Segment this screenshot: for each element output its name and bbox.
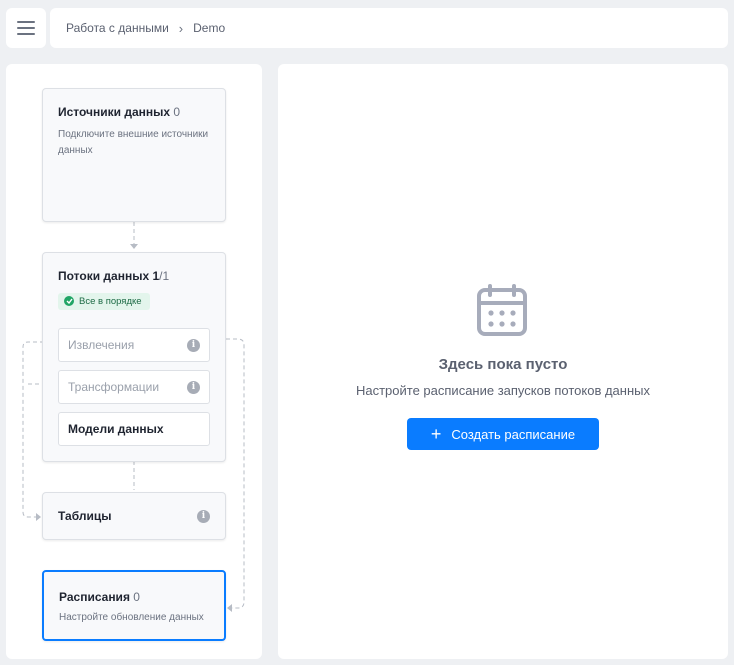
transformations-label: Трансформации	[68, 380, 160, 394]
tables-card[interactable]: Таблицы i	[42, 492, 226, 540]
breadcrumb-current: Demo	[193, 21, 226, 35]
info-icon[interactable]: i	[187, 338, 200, 352]
chevron-right-icon: ›	[178, 20, 184, 36]
sources-count: 0	[173, 105, 181, 119]
schedule-content: Здесь пока пусто Настройте расписание за…	[278, 64, 728, 659]
status-badge: Все в порядке	[58, 292, 150, 310]
flows-title: Потоки данных	[58, 269, 150, 283]
breadcrumb: Работа с данными › Demo	[50, 8, 728, 48]
schedules-subtitle: Настройте обновление данных	[59, 612, 204, 623]
status-text: Все в порядке	[79, 295, 142, 307]
extractions-label: Извлечения	[68, 338, 135, 352]
check-circle-icon	[64, 296, 74, 306]
breadcrumb-root[interactable]: Работа с данными	[66, 21, 169, 35]
extractions-item[interactable]: Извлечения i	[58, 328, 210, 362]
schedules-title: Расписания	[59, 590, 130, 604]
menu-button[interactable]	[6, 8, 46, 48]
tables-title: Таблицы	[58, 509, 112, 523]
sources-title: Источники данных	[58, 105, 171, 119]
schedules-card[interactable]: Расписания 0 Настройте обновление данных	[42, 570, 226, 641]
sources-card[interactable]: Источники данных 0 Подключите внешние ис…	[42, 88, 226, 222]
create-schedule-label: Создать расписание	[451, 426, 576, 442]
flows-count-total: /1	[159, 269, 170, 283]
data-models-label: Модели данных	[68, 422, 164, 436]
plus-icon: +	[430, 424, 442, 444]
info-icon[interactable]: i	[197, 509, 210, 523]
pipeline-panel: Источники данных 0 Подключите внешние ис…	[6, 64, 262, 659]
empty-state-subtitle: Настройте расписание запусков потоков да…	[355, 383, 650, 398]
data-models-item[interactable]: Модели данных	[58, 412, 210, 446]
info-icon[interactable]: i	[187, 380, 200, 394]
create-schedule-button[interactable]: + Создать расписание	[407, 418, 599, 450]
schedules-count: 0	[133, 590, 140, 604]
transformations-item[interactable]: Трансформации i	[58, 370, 210, 404]
sources-subtitle: Подключите внешние источники данных	[58, 129, 209, 156]
empty-state-title: Здесь пока пусто	[438, 356, 568, 373]
hamburger-icon	[17, 21, 35, 23]
flows-card[interactable]: Потоки данных 1/1 Все в порядке Извлечен…	[42, 252, 226, 462]
calendar-icon	[477, 284, 527, 336]
